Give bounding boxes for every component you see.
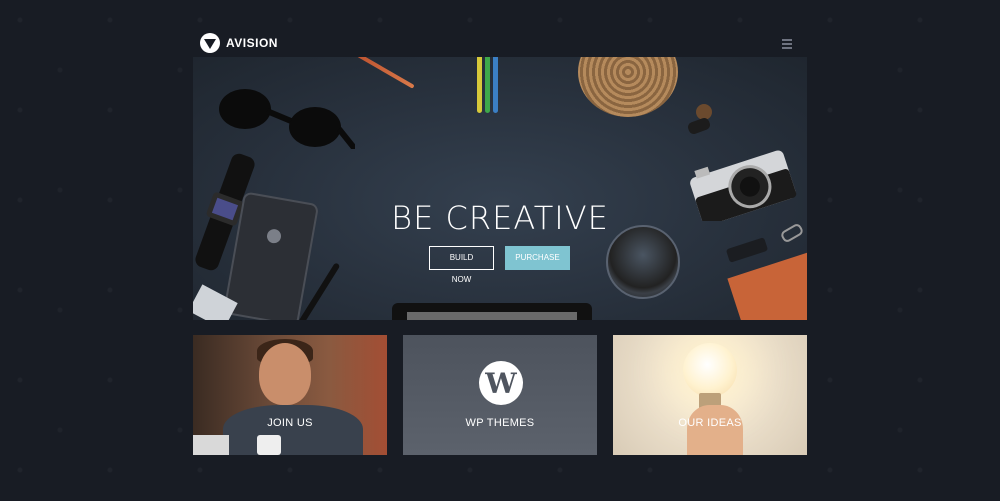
brand-name: AVISION	[226, 36, 278, 50]
tile-join-us[interactable]: JOIN US	[193, 335, 387, 455]
hero-title: BE CREATIVE	[391, 199, 609, 237]
page-frame: AVISION BE CREATIVE BUILD NOW PURCHASE	[193, 30, 807, 320]
stamp-image	[688, 104, 712, 134]
person-body	[223, 405, 363, 455]
purchase-button[interactable]: PURCHASE	[505, 246, 570, 270]
header: AVISION	[193, 30, 807, 57]
brand-logo[interactable]: AVISION	[200, 33, 278, 53]
cup-image	[257, 435, 281, 455]
hero-buttons: BUILD NOW PURCHASE	[429, 246, 570, 284]
envelope-image	[727, 250, 807, 320]
hero-banner: BE CREATIVE BUILD NOW PURCHASE	[193, 57, 807, 320]
tile-label: OUR IDEAS	[678, 417, 742, 429]
avision-logo-icon	[200, 33, 220, 53]
tile-label: WP THEMES	[465, 417, 535, 429]
color-pencils-image	[477, 57, 505, 117]
tablet-screen	[407, 312, 577, 320]
hand-image	[687, 405, 743, 455]
tile-wp-themes[interactable]: W WP THEMES	[403, 335, 597, 455]
person-image	[259, 343, 311, 405]
tile-our-ideas[interactable]: OUR IDEAS	[613, 335, 807, 455]
usb-drive-image	[725, 237, 769, 263]
lightbulb-icon	[683, 343, 737, 397]
build-now-button[interactable]: BUILD NOW	[429, 246, 494, 284]
feature-tiles: JOIN US W WP THEMES OUR IDEAS	[193, 335, 807, 455]
laptop-image	[193, 435, 229, 455]
wordpress-icon: W	[479, 361, 523, 405]
rope-image	[578, 57, 678, 117]
tile-label: JOIN US	[267, 417, 313, 429]
sunglasses-image	[219, 89, 355, 149]
hamburger-menu-icon[interactable]	[782, 39, 792, 51]
